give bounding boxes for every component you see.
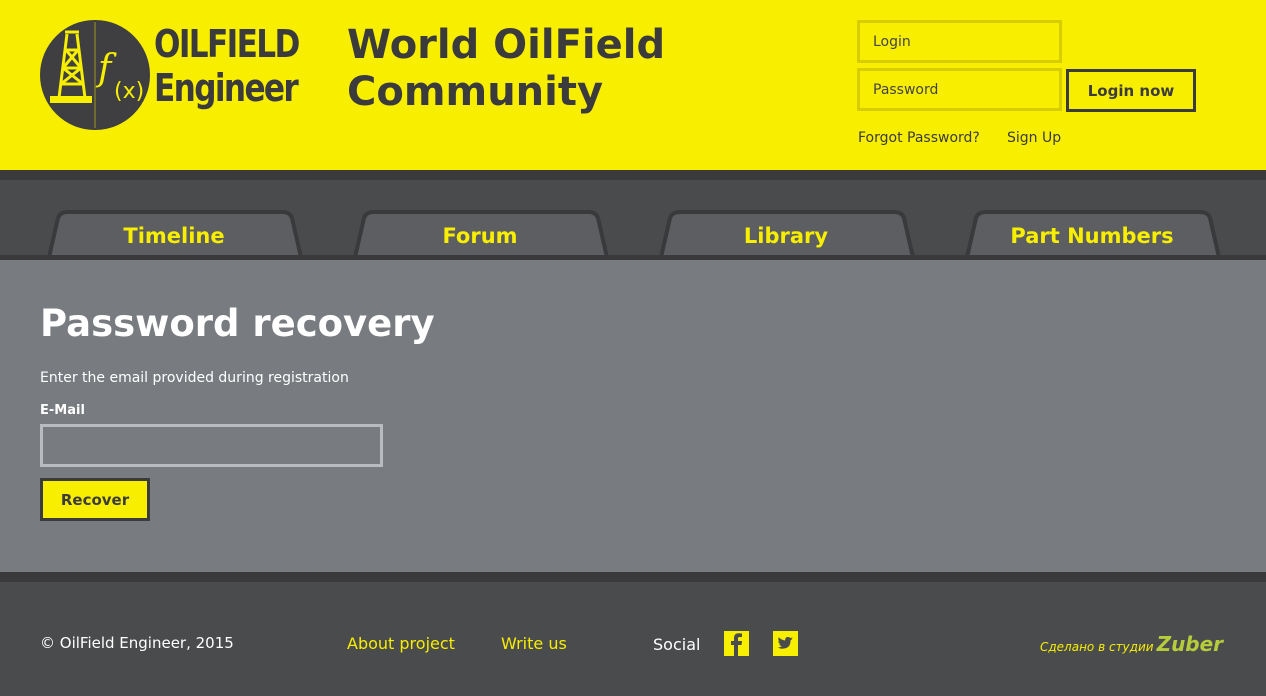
recover-button[interactable]: Recover [40,478,150,521]
site-header: f (x) OILFIELD Engineer World OilField C… [0,0,1266,170]
logo-wordmark[interactable]: OILFIELD Engineer [154,22,300,110]
tab-label: Timeline [123,224,225,248]
social-label: Social [653,635,701,654]
email-field[interactable] [40,424,383,467]
studio-credit-text: Сделано в студии [1040,640,1154,654]
copyright: © OilField Engineer, 2015 [40,634,234,652]
about-project-link[interactable]: About project [347,634,455,653]
site-title: World OilField Community [347,22,727,116]
logo-line-2: Engineer [154,66,299,110]
sign-up-link[interactable]: Sign Up [1007,130,1061,146]
oil-derrick-icon: f (x) [50,22,144,128]
login-input[interactable] [857,20,1062,63]
main-content: Password recovery Enter the email provid… [0,260,1266,572]
main-nav: Timeline Forum Library Part Numbers [0,170,1266,266]
tab-label: Forum [442,224,518,248]
email-label: E-Mail [40,403,85,418]
studio-credit[interactable]: Сделано в студии Zuber [1040,632,1223,656]
site-title-line-2: Community [347,69,604,115]
page-title: Password recovery [40,302,435,345]
forgot-password-link[interactable]: Forgot Password? [858,130,980,146]
svg-text:(x): (x) [114,79,144,104]
logo-line-1: OILFIELD [154,22,300,66]
write-us-link[interactable]: Write us [501,634,567,653]
login-now-button[interactable]: Login now [1066,69,1196,112]
tab-label: Part Numbers [1010,224,1174,248]
recovery-instructions: Enter the email provided during registra… [40,370,349,386]
password-input[interactable] [857,68,1062,111]
site-footer: © OilField Engineer, 2015 About project … [0,572,1266,696]
tab-label: Library [743,224,829,248]
logo-emblem[interactable]: f (x) [40,20,150,130]
studio-logo: Zuber [1156,632,1224,656]
twitter-icon[interactable] [773,631,798,656]
facebook-icon[interactable] [724,631,749,656]
site-title-line-1: World OilField [347,22,666,68]
